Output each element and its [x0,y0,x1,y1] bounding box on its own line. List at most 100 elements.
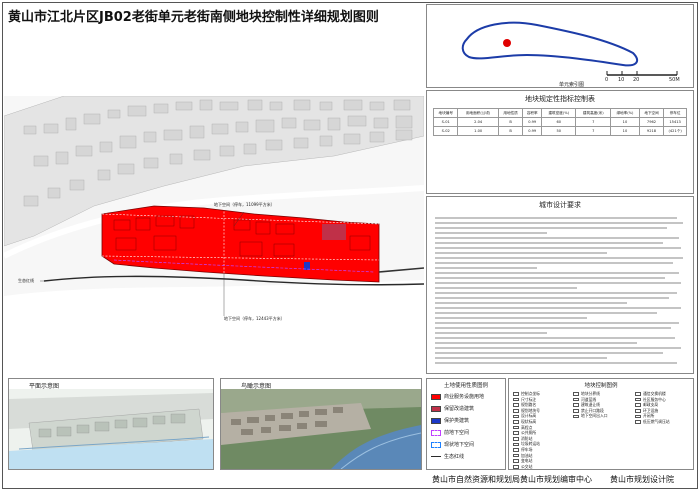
cell: (421个) [663,126,687,136]
legend-swatch [431,417,441,424]
cell: S-02 [432,126,459,136]
aerial-view-panel: 鸟瞰示意图 [220,378,422,470]
legend-commercial: 商业服务设施用地 [431,393,484,400]
legend-symbol-icon [573,397,579,402]
table-row: S-02 1.00 B 0.99 50 7 10 9218 (421个) [432,126,687,136]
cell: S-01 [432,117,459,127]
table-row: S-01 2.04 B 0.99 60 7 10 7962 15413 [432,117,687,127]
control-legend-title: 地块控制图例 [584,383,618,389]
legend-symbol-label: 地下空间出入口 [581,413,608,419]
preserved-building[interactable] [322,224,346,240]
col-header: 地下空间 [638,108,665,118]
eco-line-label: 生态红线 [18,278,34,283]
legend-label: 保留改造建筑 [444,406,475,412]
design-requirements-panel: 城市设计要求 [426,196,694,374]
aerial-view-image [221,389,421,469]
legend-symbol-icon [513,431,519,435]
footer-org-2: 黄山市规划编审中心 [520,475,592,484]
river [4,280,424,374]
legend-swatch [431,405,441,412]
legend-symbol-icon [635,409,641,413]
page-title: 黄山市江北片区JB02老街单元老街南侧地块控制性详细规划图则 [8,10,379,25]
legend-swatch [431,429,441,436]
scale-label-10: 10 [618,77,625,83]
indicator-table-header: 地块编号 用地面积(公顷) 用地性质 容积率 建筑密度(%) 建筑高度(米) 绿… [432,108,687,118]
legend-symbol-icon [513,403,519,407]
legend-label: 现状地下空间 [444,442,475,448]
legend-label: 生态红线 [444,454,465,460]
legend-planned-underground: 前地下空间 [431,429,469,436]
legend-symbol-label: 低压燃气调压站 [643,419,670,424]
main-map-panel[interactable]: 地下空间（停车，11099平方米） 地下空间（停车，12443平方米） 生态红线 [4,96,424,374]
legend-symbol-icon [513,448,519,452]
land-use-legend-panel: 土地使用性质图例 商业服务设施用地 保留改造建筑 保护类建筑 前地下空间 现状地… [426,378,506,470]
legend-symbol-icon [513,453,519,458]
design-requirements-title: 城市设计要求 [539,201,581,209]
legend-symbol-icon [513,409,519,413]
cell: 9218 [638,126,665,136]
legend-symbol-label: 公交站 [521,463,533,469]
indicator-table: 地块编号 用地面积(公顷) 用地性质 容积率 建筑密度(%) 建筑高度(米) 绿… [432,108,687,136]
legend-label: 商业服务设施用地 [444,394,485,400]
col-header: 建筑密度(%) [541,108,577,118]
legend-symbol-icon [635,414,641,419]
indicator-table-title: 地块规定性指标控制表 [525,95,595,103]
scale-label-0: 0 [605,77,609,83]
plan-view-panel: 平面示意图 [8,378,214,470]
col-header: 用地面积(公顷) [457,108,499,118]
legend-symbol-icon [513,459,519,463]
legend-symbol-icon [513,465,519,469]
cell: 7 [575,126,612,136]
scale-label-50m: 50M [669,77,680,83]
legend-symbol-item: 低压燃气调压站 [635,419,670,425]
main-map[interactable] [4,96,424,374]
legend-symbol-item: 公交站 [513,464,532,470]
scale-label-20: 20 [633,77,640,83]
plan-view-image [9,389,213,469]
cell: 0.99 [522,126,543,136]
cell: 2.04 [457,117,499,127]
legend-symbol-icon [513,414,519,419]
legend-swatch [431,441,441,448]
cell: 50 [541,126,577,136]
key-map[interactable] [427,5,693,87]
cell: 7962 [638,117,665,127]
legend-preserved: 保留改造建筑 [431,405,474,412]
cell: B [497,126,524,136]
unit-outline [461,21,639,67]
legend-symbol-icon [513,437,519,441]
footer-org-3: 黄山市规划设计院 [610,475,674,484]
design-requirements-text [435,217,683,364]
legend-symbol-icon [513,425,519,430]
key-map-caption: 单元索引图 [559,82,585,88]
land-use-legend-title: 土地使用性质图例 [443,383,488,389]
control-legend-panel: 地块控制图例 控制点坐标 尺寸标注 规划路名 规划地块号 设计标高 现状标高 高程点 公共厕所… [508,378,694,470]
indicator-table-panel: 地块规定性指标控制表 地块编号 用地面积(公顷) 用地性质 容积率 建筑密度(%… [426,90,694,194]
key-map-panel[interactable]: 单元索引图 0 10 20 50M [426,4,694,88]
legend-symbol-icon [573,409,579,413]
col-header: 建筑高度(米) [575,108,612,118]
cell: 0.99 [522,117,543,127]
legend-symbol-icon [635,392,641,396]
legend-symbol-item: 地下空间出入口 [573,413,608,419]
legend-symbol-icon [513,420,519,424]
site-location-marker [503,39,511,47]
legend-symbol-icon [513,392,519,396]
cell: B [497,117,524,127]
legend-swatch [431,456,441,457]
legend-protected: 保护类建筑 [431,417,469,424]
legend-symbol-icon [573,403,579,407]
legend-symbol-icon [573,414,579,419]
legend-symbol-icon [635,397,641,402]
text-lines [435,217,683,364]
legend-label: 前地下空间 [444,430,470,436]
cell: 1.00 [457,126,499,136]
col-header: 停车位 [663,108,687,118]
underground-space-label-1: 地下空间（停车，11099平方米） [214,202,275,207]
cell: 10 [610,126,640,136]
legend-symbol-icon [635,403,641,407]
legend-label: 保护类建筑 [444,418,470,424]
legend-symbol-icon [513,397,519,402]
legend-symbol-icon [635,420,641,424]
footer-org-1: 黄山市自然资源和规划局 [432,475,520,484]
